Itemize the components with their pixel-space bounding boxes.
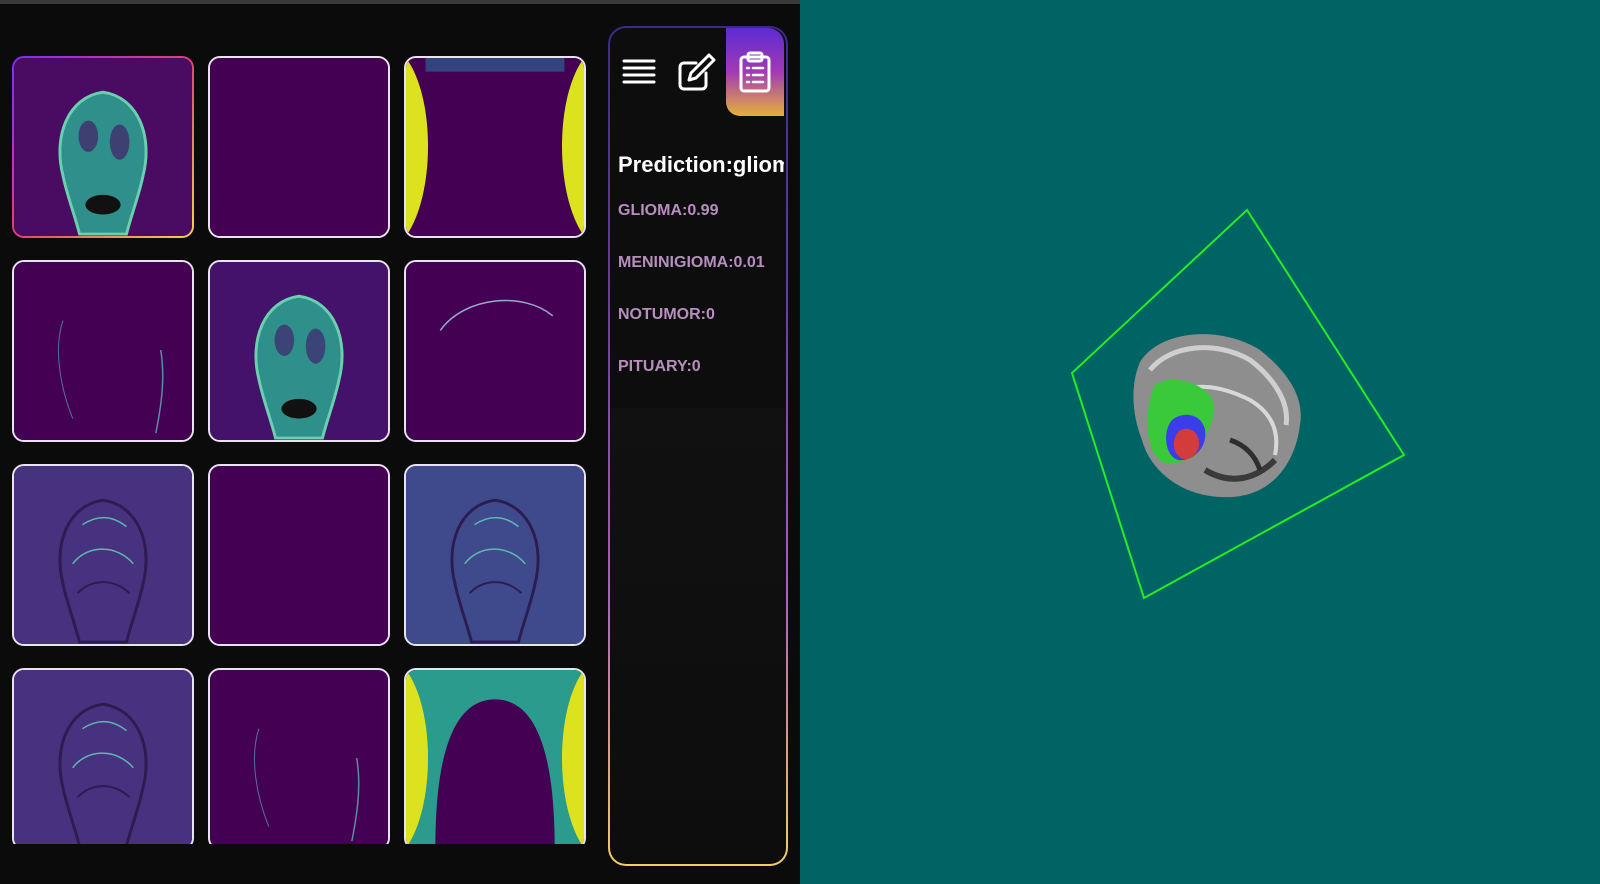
slice-tile[interactable] [12,56,194,238]
slice-tile[interactable] [208,464,390,646]
score-notumor: NOTUMOR:0 [618,306,715,323]
slice-tile[interactable] [12,260,194,442]
sidebar-empty-area [610,408,786,848]
mri-slice-grid [12,56,596,844]
report-button[interactable] [726,28,784,116]
clipboard-icon [739,51,771,93]
edit-button[interactable] [668,28,726,116]
3d-viewer[interactable] [800,0,1600,884]
score-meningioma: MENINIGIOMA:0.01 [618,254,765,271]
slice-tile[interactable] [404,260,586,442]
slice-tile[interactable] [208,668,390,844]
menu-button[interactable] [610,28,668,116]
slice-tile[interactable] [404,668,586,844]
slice-tile[interactable] [208,260,390,442]
results-sidebar: Prediction:glioma GLIOMA:0.99 MENINIGIOM… [608,26,788,866]
sidebar-toolbar [610,28,786,118]
score-pituitary: PITUARY:0 [618,358,701,375]
slice-tile[interactable] [208,56,390,238]
slice-tile[interactable] [12,668,194,844]
slice-tile[interactable] [404,464,586,646]
prediction-title: Prediction:glioma [618,152,784,177]
edit-icon [678,53,716,91]
slice-tile[interactable] [404,56,586,238]
menu-icon [622,59,656,84]
slice-tile[interactable] [12,464,194,646]
score-glioma: GLIOMA:0.99 [618,202,719,219]
brain-model [1133,334,1301,498]
3d-scene[interactable] [800,0,1600,884]
